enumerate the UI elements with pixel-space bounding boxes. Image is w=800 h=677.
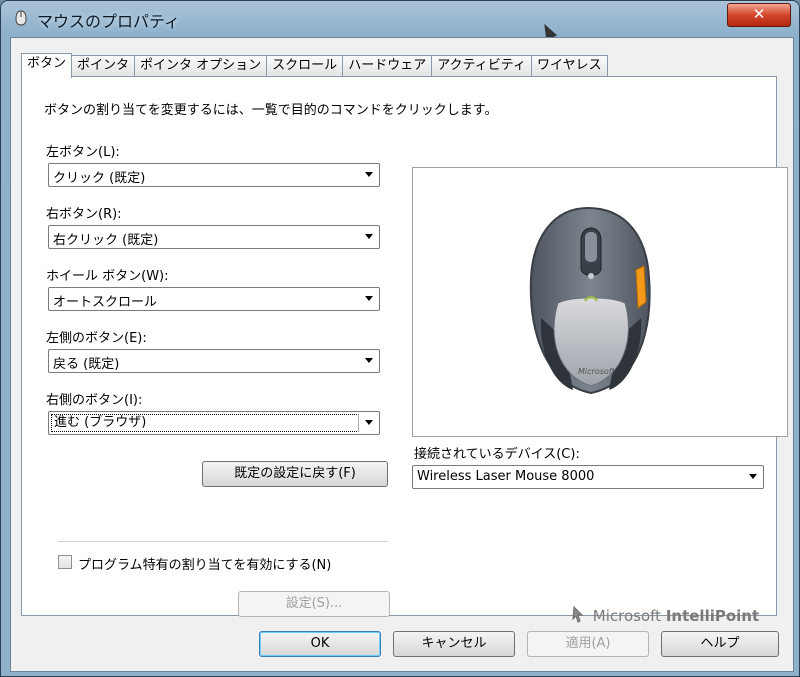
mouse-preview: Microsoft xyxy=(412,167,788,437)
connected-device-value: Wireless Laser Mouse 8000 xyxy=(417,469,595,484)
tab-hardware[interactable]: ハードウェア xyxy=(342,55,433,77)
chevron-down-icon xyxy=(749,474,757,479)
chevron-down-icon xyxy=(365,172,373,177)
chevron-down-icon xyxy=(365,296,373,301)
tab-buttons[interactable]: ボタン xyxy=(21,53,73,78)
right-button-label: 右ボタン(R): xyxy=(46,207,122,222)
left-button-dropdown[interactable]: クリック (既定) xyxy=(48,163,380,187)
tab-pointer-options[interactable]: ポインタ オプション xyxy=(134,55,268,77)
right-button-dropdown[interactable]: 右クリック (既定) xyxy=(48,225,380,249)
program-specific-label[interactable]: プログラム特有の割り当てを有効にする(N) xyxy=(78,554,331,573)
mouse-icon xyxy=(15,10,27,26)
intellipoint-brand: Microsoft IntelliPoint xyxy=(572,605,760,625)
mouse-properties-window: マウスのプロパティ ✕ ボタン ポインタ ポインタ オプション スクロール ハー… xyxy=(0,0,800,677)
chevron-down-icon xyxy=(365,358,373,363)
wheel-button-dropdown[interactable]: オートスクロール xyxy=(48,287,380,311)
cancel-button[interactable]: キャンセル xyxy=(393,631,515,657)
description-text: ボタンの割り当てを変更するには、一覧で目的のコマンドをクリックします。 xyxy=(44,103,498,118)
pointer-logo-icon xyxy=(572,605,584,623)
brand-name: IntelliPoint xyxy=(665,607,760,625)
connected-device-dropdown[interactable]: Wireless Laser Mouse 8000 xyxy=(412,465,764,489)
chevron-down-icon xyxy=(365,234,373,239)
restore-defaults-button[interactable]: 既定の設定に戻す(F) xyxy=(202,461,388,487)
ok-button[interactable]: OK xyxy=(259,631,381,657)
title-bar[interactable]: マウスのプロパティ ✕ xyxy=(1,1,799,35)
wheel-button-label: ホイール ボタン(W): xyxy=(46,269,169,284)
wireless-laser-mouse-image: Microsoft xyxy=(529,206,651,395)
connected-device-label: 接続されているデバイス(C): xyxy=(414,447,580,462)
program-specific-checkbox[interactable] xyxy=(58,555,72,569)
tab-activity[interactable]: アクティビティ xyxy=(431,55,532,77)
dialog-client-area: ボタン ポインタ ポインタ オプション スクロール ハードウェア アクティビティ… xyxy=(10,37,794,672)
apply-button[interactable]: 適用(A) xyxy=(527,631,649,657)
tab-wireless[interactable]: ワイヤレス xyxy=(531,55,608,77)
svg-text:Microsoft: Microsoft xyxy=(578,367,616,376)
side-left-button-value: 戻る (既定) xyxy=(53,357,120,372)
close-button[interactable]: ✕ xyxy=(727,3,791,27)
help-button[interactable]: ヘルプ xyxy=(661,631,779,657)
tab-scroll[interactable]: スクロール xyxy=(266,55,344,77)
right-button-value: 右クリック (既定) xyxy=(53,233,159,248)
tab-strip: ボタン ポインタ ポインタ オプション スクロール ハードウェア アクティビティ… xyxy=(21,53,608,78)
dropdown-divider xyxy=(358,414,359,432)
side-right-button-dropdown[interactable]: 進む (ブラウザ) xyxy=(48,411,380,435)
wheel-button-value: オートスクロール xyxy=(53,295,158,310)
left-button-label: 左ボタン(L): xyxy=(46,145,120,160)
tab-pointer[interactable]: ポインタ xyxy=(71,55,136,77)
side-left-button-dropdown[interactable]: 戻る (既定) xyxy=(48,349,380,373)
settings-button[interactable]: 設定(S)... xyxy=(238,591,390,617)
window-title: マウスのプロパティ xyxy=(37,12,181,31)
side-right-button-label: 右側のボタン(I): xyxy=(46,393,143,408)
brand-prefix: Microsoft xyxy=(592,607,662,625)
left-button-value: クリック (既定) xyxy=(53,171,146,186)
section-divider xyxy=(58,541,388,543)
buttons-tab-panel: ボタンの割り当てを変更するには、一覧で目的のコマンドをクリックします。 左ボタン… xyxy=(21,76,788,625)
side-right-button-value: 進む (ブラウザ) xyxy=(51,414,359,432)
side-left-button-label: 左側のボタン(E): xyxy=(46,331,147,346)
chevron-down-icon xyxy=(365,420,373,425)
